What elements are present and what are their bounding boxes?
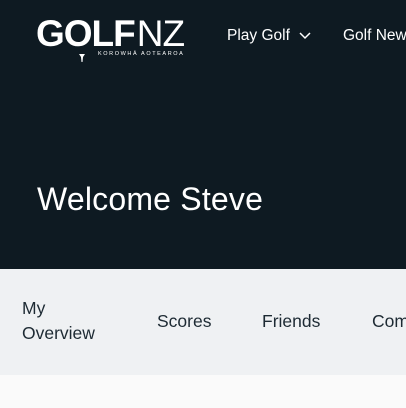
main-content bbox=[0, 375, 406, 408]
tab-my-overview[interactable]: My Overview bbox=[22, 296, 95, 346]
page: GOLF NZ KOROWHĀ AOTEAROA Play Golf Golf … bbox=[0, 0, 406, 408]
tab-scores[interactable]: Scores bbox=[157, 309, 211, 334]
golf-tee-icon bbox=[78, 49, 86, 67]
welcome-heading: Welcome Steve bbox=[37, 181, 264, 217]
nav-play-golf[interactable]: Play Golf bbox=[227, 27, 311, 45]
logo-nz-text: NZ bbox=[136, 13, 185, 54]
tab-my-overview-line1: My bbox=[22, 298, 46, 318]
dashboard-tabs: My Overview Scores Friends Com bbox=[0, 269, 406, 375]
tab-friends[interactable]: Friends bbox=[262, 309, 320, 334]
chevron-down-icon bbox=[299, 32, 311, 40]
logo-golf-text: GOLF bbox=[36, 13, 136, 54]
tab-my-overview-line2: Overview bbox=[22, 323, 95, 343]
nav-golf-news[interactable]: Golf New bbox=[343, 27, 406, 45]
logo-wordmark: GOLF NZ bbox=[36, 13, 201, 54]
tab-competitions[interactable]: Com bbox=[372, 309, 406, 334]
golf-nz-logo[interactable]: GOLF NZ KOROWHĀ AOTEAROA bbox=[36, 13, 201, 62]
nav-golf-news-label: Golf New bbox=[343, 27, 406, 44]
logo-subtitle: KOROWHĀ AOTEAROA bbox=[98, 51, 185, 57]
nav-play-golf-label: Play Golf bbox=[227, 27, 290, 44]
hero-header: GOLF NZ KOROWHĀ AOTEAROA Play Golf Golf … bbox=[0, 0, 406, 269]
